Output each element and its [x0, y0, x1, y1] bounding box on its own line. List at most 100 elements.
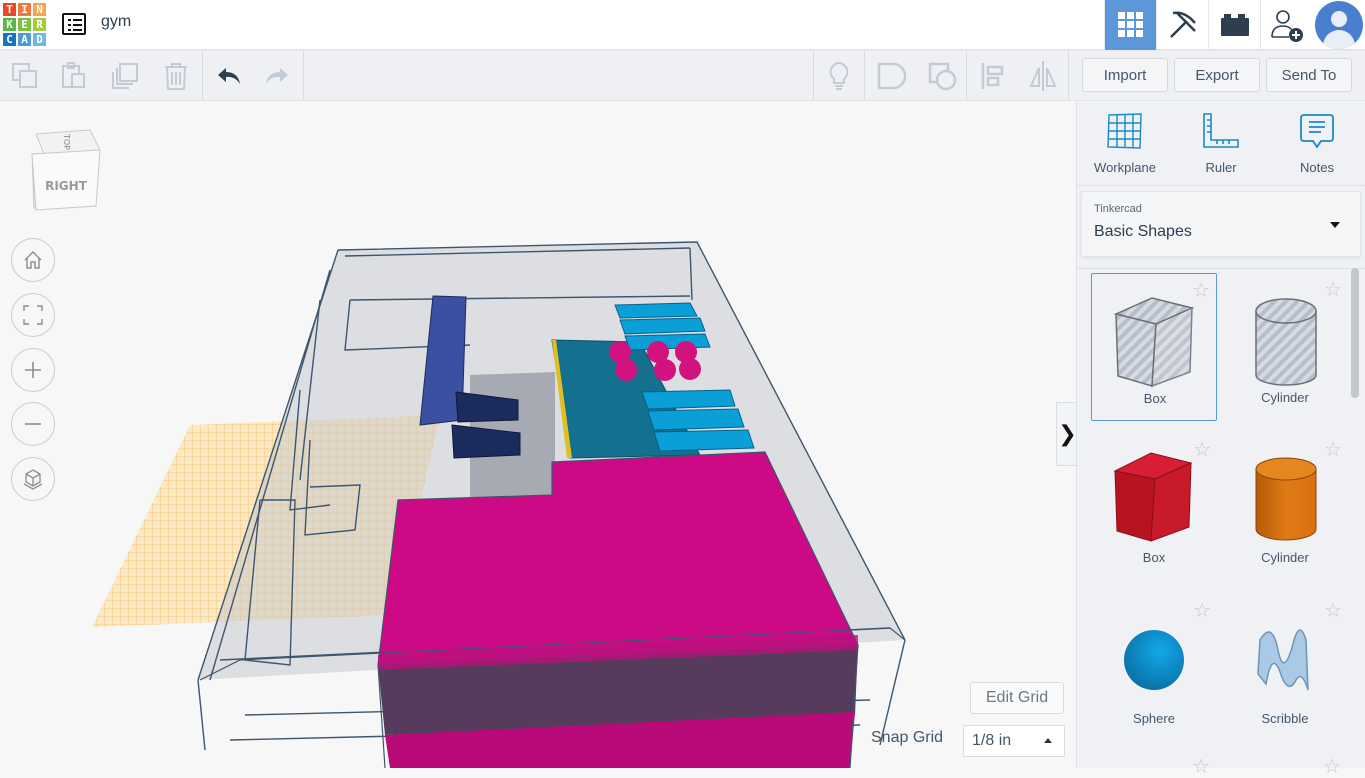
snap-grid-label: Snap Grid: [871, 729, 944, 746]
paste-icon: [62, 62, 85, 88]
workplane-tool[interactable]: Workplane: [1077, 112, 1173, 175]
cyan-mat: [653, 429, 755, 452]
logo-letter: I: [17, 2, 32, 17]
collapse-panel-button[interactable]: ❯: [1056, 402, 1078, 466]
copy-icon: [12, 63, 37, 88]
fit-view-button[interactable]: [11, 293, 55, 337]
bricks-view-button[interactable]: [1208, 0, 1260, 50]
shape-hole-cylinder[interactable]: ☆ Cylinder: [1222, 273, 1348, 421]
user-avatar[interactable]: [1315, 1, 1363, 49]
minecraft-view-button[interactable]: [1156, 0, 1208, 50]
shape-hole-box[interactable]: ☆ Box: [1091, 273, 1217, 421]
snap-grid-value: 1/8 in: [972, 732, 1012, 749]
shape-scribble[interactable]: ☆ Scribble: [1222, 594, 1348, 742]
zoom-out-button[interactable]: [11, 402, 55, 446]
cyan-mat: [614, 302, 698, 319]
export-button[interactable]: Export: [1174, 58, 1260, 92]
notes-tool[interactable]: Notes: [1269, 112, 1365, 175]
scene-canvas[interactable]: [0, 102, 1076, 768]
logo-letter: E: [17, 17, 32, 32]
group-icon: [877, 62, 906, 90]
shape-sphere[interactable]: ☆ Sphere: [1091, 594, 1217, 742]
copy-button[interactable]: [0, 51, 50, 101]
snap-grid-select[interactable]: 1/8 in: [963, 725, 1065, 757]
hole-box-thumbnail: [1113, 297, 1195, 388]
ortho-perspective-button[interactable]: [11, 457, 55, 501]
undo-button[interactable]: [204, 51, 254, 101]
3d-design-view-button[interactable]: [1104, 0, 1156, 50]
import-button[interactable]: Import: [1082, 58, 1168, 92]
hole-cylinder-thumbnail: [1255, 298, 1317, 386]
send-to-button[interactable]: Send To: [1266, 58, 1352, 92]
library-provider: Tinkercad: [1094, 203, 1142, 215]
zoom-in-button[interactable]: [11, 348, 55, 392]
shape-label: Box: [1143, 391, 1167, 406]
invite-user-button[interactable]: [1260, 0, 1312, 50]
cyan-mat: [619, 317, 706, 335]
undo-icon: [218, 68, 240, 84]
avatar-head-icon: [1331, 11, 1347, 27]
edit-grid-button[interactable]: Edit Grid: [970, 682, 1064, 714]
top-bar: T I N K E R C A D gym: [0, 0, 1365, 50]
workplane-icon: [1107, 113, 1142, 149]
cylinder-thumbnail: [1255, 457, 1317, 541]
shape-label: Scribble: [1261, 711, 1309, 726]
logo-letter: A: [17, 32, 32, 47]
shape-box[interactable]: ☆ Box: [1091, 433, 1217, 581]
3d-viewport[interactable]: TOP RIGHT: [0, 102, 1076, 768]
sphere-thumbnail: [1124, 630, 1184, 690]
shapes-panel: Workplane Ruler Notes Tinkercad Basic Sh…: [1076, 102, 1365, 778]
favorite-star-icon[interactable]: ☆: [1323, 754, 1341, 778]
ungroup-icon: [928, 62, 957, 91]
align-icon: [981, 63, 1004, 89]
avatar-body-icon: [1323, 30, 1355, 49]
ruler-label: Ruler: [1205, 160, 1237, 175]
home-view-button[interactable]: [11, 238, 55, 282]
mirror-button[interactable]: [1018, 51, 1068, 101]
lightbulb-icon: [829, 61, 849, 90]
ungroup-button[interactable]: [917, 51, 967, 101]
trash-icon: [165, 63, 187, 90]
logo-letter: C: [2, 32, 17, 47]
pickaxe-icon: [1169, 11, 1196, 38]
favorite-star-icon[interactable]: ☆: [1192, 754, 1210, 778]
scribble-thumbnail: [1257, 629, 1309, 691]
delete-button[interactable]: [151, 51, 201, 101]
duplicate-button[interactable]: [100, 51, 150, 101]
view-cube[interactable]: TOP RIGHT: [30, 126, 102, 214]
paste-button[interactable]: [49, 51, 99, 101]
notes-label: Notes: [1300, 160, 1334, 175]
cyan-mat: [647, 408, 745, 431]
tinkercad-logo[interactable]: T I N K E R C A D: [2, 2, 47, 47]
minus-icon: [25, 423, 41, 425]
fit-view-icon: [23, 305, 43, 325]
ruler-tool[interactable]: Ruler: [1173, 112, 1269, 175]
logo-letter: T: [2, 2, 17, 17]
ruler-icon: [1203, 113, 1239, 148]
shape-library-select[interactable]: Tinkercad Basic Shapes: [1081, 191, 1361, 257]
logo-letter: K: [2, 17, 17, 32]
add-user-icon: [1270, 10, 1303, 42]
design-list-icon[interactable]: [62, 13, 86, 35]
caret-down-icon: [1330, 222, 1340, 228]
document-title[interactable]: gym: [101, 13, 131, 31]
cyan-mat: [641, 389, 736, 410]
logo-letter: R: [32, 17, 47, 32]
notes-icon: [1300, 114, 1334, 149]
edit-toolbar: Import Export Send To: [0, 51, 1365, 101]
shape-label: Cylinder: [1261, 550, 1309, 565]
library-selected: Basic Shapes: [1094, 223, 1192, 240]
duplicate-icon: [112, 63, 138, 89]
redo-button[interactable]: [252, 51, 302, 101]
notes-toggle-button[interactable]: [814, 51, 864, 101]
logo-letter: N: [32, 2, 47, 17]
shape-cylinder[interactable]: ☆ Cylinder: [1222, 433, 1348, 581]
viewcube-right-label: RIGHT: [45, 179, 88, 193]
shapes-scrollbar[interactable]: [1351, 268, 1359, 398]
workplane-label: Workplane: [1094, 160, 1156, 175]
shape-label: Sphere: [1133, 711, 1175, 726]
group-button[interactable]: [866, 51, 916, 101]
align-button[interactable]: [968, 51, 1018, 101]
redo-icon: [266, 68, 288, 84]
perspective-cube-icon: [23, 469, 43, 490]
